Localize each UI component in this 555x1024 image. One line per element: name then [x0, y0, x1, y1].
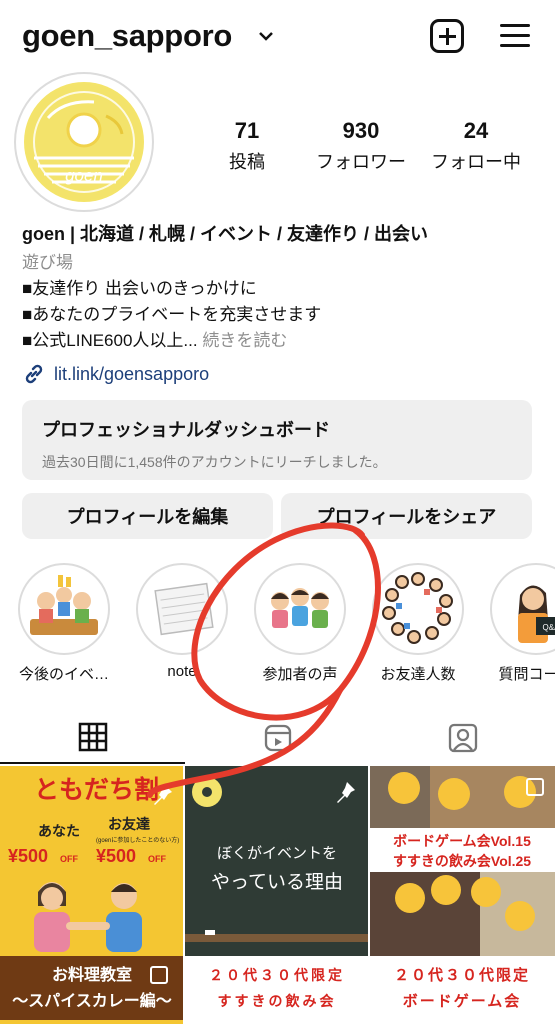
new-post-button[interactable] — [430, 19, 464, 53]
highlight-label: 質問コーナ — [498, 666, 555, 683]
post-tile[interactable]: ぼくがイベントを やっている理由 ２０代３０代限定 すすきの飲み会 — [185, 766, 368, 1024]
highlight-upcoming-events[interactable]: 今後のイベ… — [16, 563, 112, 684]
friends-illustration — [254, 563, 346, 655]
profile-link[interactable]: lit.link/goensapporo — [22, 362, 209, 386]
people-circle-illustration — [372, 563, 464, 655]
multiple-posts-icon — [150, 966, 168, 984]
post-tile[interactable]: ボードゲーム会Vol.15 すすきの飲み会Vol.25 ２０代３０代限定 ボード… — [370, 766, 555, 1024]
blackboard-image: ぼくがイベントを やっている理由 ２０代３０代限定 すすきの飲み会 — [185, 766, 368, 1024]
svg-text:やっている理由: やっている理由 — [211, 871, 343, 893]
profile-tabs — [0, 712, 555, 764]
menu-icon[interactable] — [500, 22, 530, 50]
avatar[interactable]: goen — [14, 72, 154, 212]
professional-dashboard[interactable]: プロフェッショナルダッシュボード 過去30日間に1,458件のアカウントにリーチ… — [22, 400, 532, 480]
highlight-friends-count[interactable]: お友達人数 — [370, 563, 466, 684]
svg-text:Q&A: Q&A — [543, 623, 555, 632]
tab-tagged[interactable] — [370, 712, 555, 764]
svg-text:お料理教室: お料理教室 — [52, 965, 132, 984]
svg-text:２０代３０代限定: ２０代３０代限定 — [394, 966, 530, 984]
svg-text:〜スパイスカレー編〜: 〜スパイスカレー編〜 — [12, 991, 172, 1010]
pin-icon — [154, 784, 172, 805]
bio-line: ■公式LINE600人以上... 続きを読む — [22, 331, 288, 350]
multiple-posts-icon — [526, 778, 544, 796]
svg-text:(goenに参加したことのない方): (goenに参加したことのない方) — [96, 836, 179, 844]
reels-icon — [264, 724, 291, 752]
tab-reels[interactable] — [185, 712, 370, 764]
svg-text:あなた: あなた — [38, 823, 80, 839]
bio-category: 遊び場 — [22, 253, 73, 272]
svg-text:すすきの飲み会: すすきの飲み会 — [218, 993, 337, 1009]
svg-text:ボードゲーム会: ボードゲーム会 — [403, 992, 522, 1010]
svg-text:OFF: OFF — [148, 854, 166, 864]
bio-name: goen | 北海道 / 札幌 / イベント / 友達作り / 出会い — [22, 224, 429, 244]
svg-text:すすきの飲み会Vol.25: すすきの飲み会Vol.25 — [393, 853, 531, 869]
tab-grid[interactable] — [0, 712, 185, 764]
chevron-down-icon[interactable] — [258, 30, 274, 42]
highlight-label: お友達人数 — [380, 666, 456, 683]
svg-text:OFF: OFF — [60, 854, 78, 864]
highlight-label: note — [167, 663, 197, 680]
svg-text:¥500: ¥500 — [96, 846, 136, 866]
stat-followers[interactable]: 930 フォロワー — [312, 118, 410, 174]
grid-icon — [78, 722, 107, 752]
event-photo-collage: ボードゲーム会Vol.15 すすきの飲み会Vol.25 ２０代３０代限定 ボード… — [370, 766, 555, 1024]
svg-text:お友達: お友達 — [108, 816, 150, 832]
svg-text:ボードゲーム会Vol.15: ボードゲーム会Vol.15 — [393, 833, 531, 849]
svg-text:goen: goen — [65, 166, 103, 185]
svg-text:ぼくがイベントを: ぼくがイベントを — [217, 845, 337, 862]
link-icon — [25, 364, 43, 384]
username[interactable]: goen_sapporo — [22, 18, 232, 54]
read-more-link[interactable]: 続きを読む — [202, 331, 287, 350]
dashboard-subtitle: 過去30日間に1,458件のアカウントにリーチしました。 — [42, 454, 387, 470]
profile-header: goen_sapporo — [0, 0, 555, 80]
qa-illustration: Q&A — [490, 563, 555, 655]
highlight-qa[interactable]: Q&A 質問コーナ — [488, 563, 555, 684]
stat-following[interactable]: 24 フォロー中 — [426, 118, 526, 174]
bio-line: ■友達作り 出会いのきっかけに — [22, 279, 257, 298]
svg-text:ともだち割: ともだち割 — [34, 775, 159, 804]
notebook-illustration — [136, 563, 228, 655]
svg-text:２０代３０代限定: ２０代３０代限定 — [209, 967, 345, 983]
share-profile-button[interactable]: プロフィールをシェア — [281, 493, 532, 539]
pin-icon — [337, 782, 355, 803]
bio-line: ■あなたのプライベートを充実させます — [22, 305, 322, 324]
coin-logo: goen — [26, 84, 142, 200]
post-tile[interactable]: ともだち割 あなた お友達 (goenに参加したことのない方) ¥500 OFF… — [0, 766, 183, 1024]
stat-posts[interactable]: 71 投稿 — [222, 118, 272, 174]
highlight-label: 参加者の声 — [262, 666, 338, 683]
party-illustration — [18, 563, 110, 655]
tagged-icon — [448, 723, 477, 753]
dashboard-title: プロフェッショナルダッシュボード — [42, 420, 330, 440]
highlight-note[interactable]: note — [134, 563, 230, 680]
highlight-label: 今後のイベ… — [18, 666, 109, 683]
highlight-participants-voice[interactable]: 参加者の声 — [252, 563, 348, 684]
edit-profile-button[interactable]: プロフィールを編集 — [22, 493, 273, 539]
svg-text:¥500: ¥500 — [8, 846, 48, 866]
